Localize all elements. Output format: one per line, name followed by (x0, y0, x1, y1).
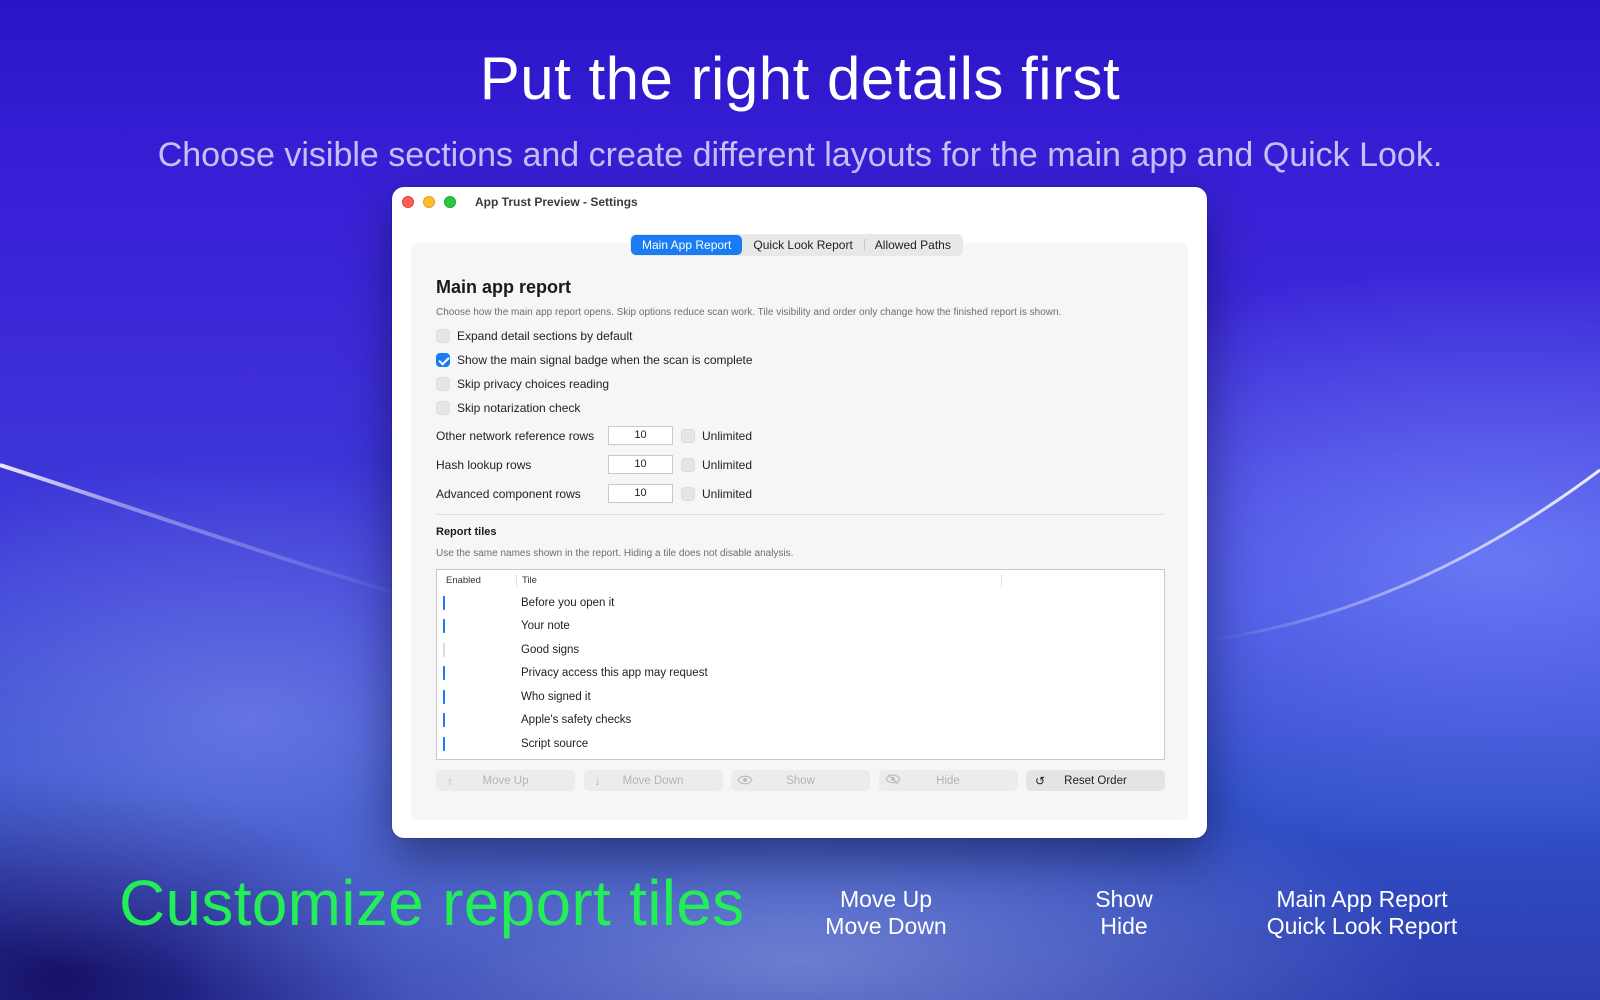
unlimited-checkbox[interactable] (681, 486, 695, 501)
tab-main-app-report[interactable]: Main App Report (631, 235, 743, 255)
unlimited-checkbox[interactable] (681, 457, 695, 472)
checkbox[interactable] (436, 377, 450, 391)
hash-rows-input[interactable]: 10 (608, 455, 673, 474)
tile-enabled-checkbox[interactable] (443, 666, 445, 681)
tile-name: Privacy access this app may request (521, 667, 708, 680)
unlimited-label: Unlimited (702, 486, 753, 501)
unlimited-checkbox[interactable] (681, 428, 695, 443)
tiles-description: Use the same names shown in the report. … (436, 548, 794, 559)
tile-name: Good signs (521, 643, 580, 656)
tile-enabled-checkbox[interactable] (443, 642, 445, 657)
column-header-tile[interactable]: Tile (517, 574, 1002, 587)
move-up-button[interactable]: ↑ Move Up (436, 770, 575, 791)
show-button[interactable]: Show (731, 770, 870, 791)
hide-button[interactable]: Hide (878, 770, 1018, 791)
minimize-window-button[interactable] (423, 196, 435, 208)
zoom-window-button[interactable] (444, 196, 456, 208)
checkbox[interactable] (436, 401, 450, 415)
caption-visibility: Show Hide (1095, 886, 1153, 939)
tiles-title: Report tiles (436, 526, 497, 538)
checkbox[interactable] (436, 329, 450, 343)
settings-content: Main app report Choose how the main app … (436, 277, 1165, 791)
tiles-table: Enabled Tile Before you open it Your not… (436, 569, 1165, 760)
table-header: Enabled Tile (437, 570, 1164, 591)
option-label: Expand detail sections by default (457, 329, 633, 343)
reset-order-button[interactable]: ↺ Reset Order (1026, 770, 1165, 791)
settings-window: App Trust Preview - Settings Main App Re… (392, 187, 1207, 838)
table-row[interactable]: Privacy access this app may request (437, 662, 1164, 686)
tile-enabled-checkbox[interactable] (443, 619, 445, 634)
component-rows-input[interactable]: 10 (608, 484, 673, 503)
tile-enabled-checkbox[interactable] (443, 713, 445, 728)
option-skip-notarization[interactable]: Skip notarization check (436, 396, 1164, 420)
close-window-button[interactable] (402, 196, 414, 208)
limit-label: Advanced component rows (436, 486, 581, 501)
option-label: Skip notarization check (457, 401, 581, 415)
arrow-down-icon: ↓ (594, 773, 601, 788)
caption-reports: Main App Report Quick Look Report (1266, 886, 1458, 939)
green-caption: Customize report tiles (119, 867, 745, 939)
limit-hash-rows: Hash lookup rows 10 Unlimited (436, 450, 1164, 479)
table-row[interactable]: Your note (437, 615, 1164, 639)
checkbox[interactable] (436, 353, 450, 367)
unlimited-label: Unlimited (702, 457, 753, 472)
tab-quick-look-report[interactable]: Quick Look Report (742, 235, 863, 255)
caption-move: Move Up Move Down (825, 886, 947, 939)
table-row[interactable]: Apple's safety checks (437, 709, 1164, 733)
option-show-signal-badge[interactable]: Show the main signal badge when the scan… (436, 348, 1164, 372)
divider (436, 514, 1164, 515)
reset-icon: ↺ (1034, 773, 1046, 788)
window-title: App Trust Preview - Settings (475, 195, 638, 209)
column-header-enabled[interactable]: Enabled (437, 574, 517, 587)
table-row[interactable]: Good signs (437, 638, 1164, 662)
option-label: Skip privacy choices reading (457, 377, 610, 391)
eye-icon (731, 774, 759, 788)
network-rows-input[interactable]: 10 (608, 426, 673, 445)
tile-enabled-checkbox[interactable] (443, 736, 445, 751)
tile-enabled-checkbox[interactable] (443, 595, 445, 610)
limit-network-rows: Other network reference rows 10 Unlimite… (436, 421, 1164, 450)
arrow-up-icon: ↑ (447, 773, 453, 788)
tile-name: Who signed it (521, 690, 591, 703)
eye-slash-icon (879, 773, 907, 788)
table-row[interactable]: Who signed it (437, 685, 1164, 709)
limit-label: Hash lookup rows (436, 457, 532, 472)
limit-label: Other network reference rows (436, 428, 595, 443)
limit-component-rows: Advanced component rows 10 Unlimited (436, 479, 1164, 508)
section-description: Choose how the main app report opens. Sk… (436, 307, 1062, 318)
option-expand-details[interactable]: Expand detail sections by default (436, 324, 1164, 348)
option-skip-privacy[interactable]: Skip privacy choices reading (436, 372, 1164, 396)
move-down-button[interactable]: ↓ Move Down (583, 770, 723, 791)
tile-name: Apple's safety checks (521, 714, 632, 727)
tile-enabled-checkbox[interactable] (443, 689, 445, 704)
subheadline: Choose visible sections and create diffe… (157, 136, 1443, 174)
table-row[interactable]: Before you open it (437, 591, 1164, 615)
headline: Put the right details first (479, 45, 1121, 112)
tile-name: Your note (521, 620, 570, 633)
tab-allowed-paths[interactable]: Allowed Paths (863, 235, 962, 255)
tile-actions: ↑ Move Up ↓ Move Down Show Hide ↺ Reset … (436, 770, 1165, 791)
tile-name: Script source (521, 737, 589, 750)
option-label: Show the main signal badge when the scan… (457, 353, 753, 367)
table-row[interactable]: Script source (437, 732, 1164, 756)
title-bar: App Trust Preview - Settings (392, 187, 1207, 217)
tile-name: Before you open it (521, 596, 615, 609)
section-title: Main app report (436, 277, 572, 297)
tab-bar: Main App Report Quick Look Report Allowe… (630, 234, 963, 256)
unlimited-label: Unlimited (702, 428, 753, 443)
